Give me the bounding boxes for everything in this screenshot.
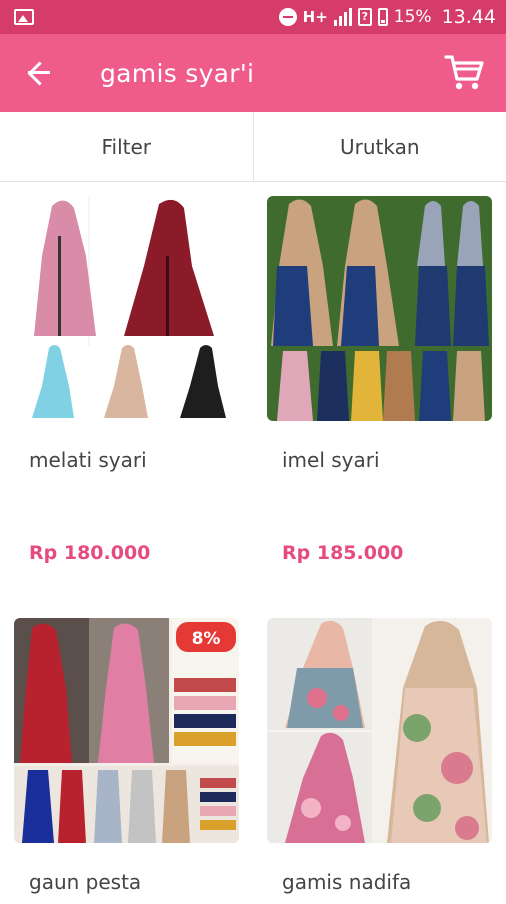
discount-badge: 8% — [192, 629, 221, 649]
back-arrow-icon[interactable] — [24, 58, 54, 88]
product-card[interactable]: imel syari Rp 185.000 — [253, 182, 506, 602]
clock: 13.44 — [442, 6, 496, 28]
filter-button[interactable]: Filter — [0, 112, 253, 181]
sim-missing-icon: ? — [358, 8, 372, 26]
product-image[interactable] — [14, 196, 239, 421]
sort-button[interactable]: Urutkan — [253, 112, 506, 181]
shopping-cart-icon[interactable] — [442, 51, 486, 95]
product-name: gamis nadifa — [282, 870, 411, 894]
network-type: H+ — [303, 8, 328, 26]
product-name: gaun pesta — [29, 870, 141, 894]
do-not-disturb-icon — [279, 8, 297, 26]
product-image[interactable]: 8% — [14, 618, 239, 843]
product-name: imel syari — [282, 448, 380, 472]
battery-percent: 15% — [394, 7, 432, 27]
status-bar: H+ ? 15% 13.44 — [0, 0, 506, 34]
product-card[interactable]: melati syari Rp 180.000 — [0, 182, 253, 602]
filter-sort-bar: Filter Urutkan — [0, 112, 506, 182]
app-bar: gamis syar'i — [0, 34, 506, 112]
gallery-notification-icon — [14, 9, 34, 25]
product-name: melati syari — [29, 448, 147, 472]
product-price: Rp 180.000 — [29, 542, 150, 564]
product-card[interactable]: gamis nadifa — [253, 604, 506, 904]
product-image[interactable] — [267, 196, 492, 421]
product-price: Rp 185.000 — [282, 542, 403, 564]
product-image[interactable] — [267, 618, 492, 843]
page-title: gamis syar'i — [100, 59, 442, 88]
signal-icon — [334, 8, 352, 26]
battery-icon — [378, 8, 388, 26]
product-card[interactable]: 8% gaun pesta — [0, 604, 253, 904]
